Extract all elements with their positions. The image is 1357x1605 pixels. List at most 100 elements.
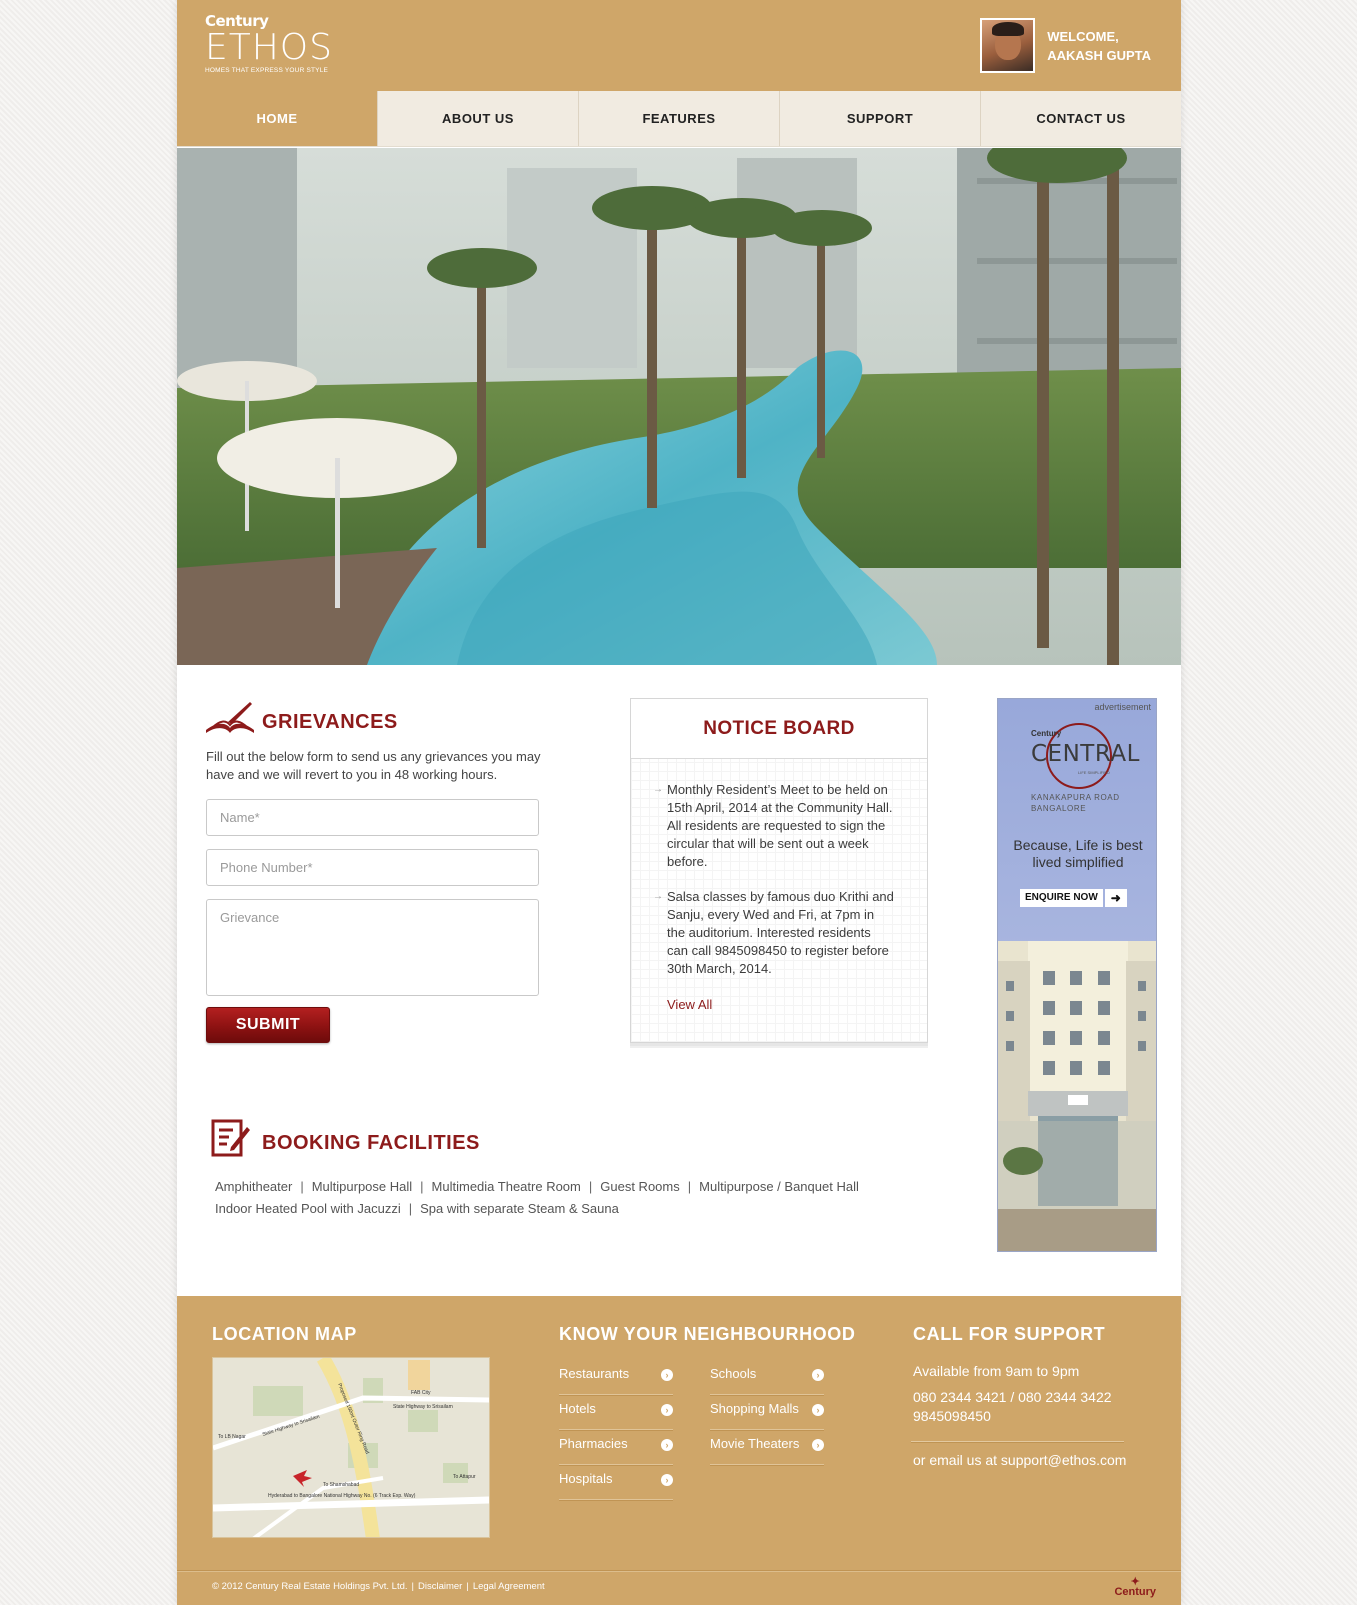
map-label-national-highway: Hyderabad to Bangalore National Highway … (268, 1493, 416, 1499)
grievance-textarea[interactable] (206, 899, 539, 996)
support-email-link[interactable]: or email us at support@ethos.com (913, 1451, 1126, 1470)
booking-title: BOOKING FACILITIES (262, 1132, 480, 1154)
footer-divider (177, 1570, 1181, 1571)
main-nav: HOME ABOUT US FEATURES SUPPORT CONTACT U… (177, 91, 1181, 147)
arrow-right-icon: → (653, 891, 663, 902)
hood-item-hospitals[interactable]: Hospitals › (559, 1465, 673, 1500)
map-label-shamshabad: To Shamshabad (323, 1482, 359, 1488)
separator: | (687, 1179, 692, 1194)
booking-link-indoor-pool[interactable]: Indoor Heated Pool with Jacuzzi (215, 1201, 401, 1216)
copyright-line: © 2012 Century Real Estate Holdings Pvt.… (212, 1581, 545, 1592)
footer-century-logo[interactable]: ✦ Century (1114, 1577, 1156, 1598)
arrow-right-icon: ➜ (1104, 889, 1127, 907)
welcome-line1: WELCOME, (1047, 28, 1119, 44)
logo-tagline: HOMES THAT EXPRESS YOUR STYLE (205, 67, 329, 74)
ad-label: advertisement (1094, 702, 1151, 712)
arrow-circle-icon: › (812, 1369, 824, 1381)
location-map[interactable]: State Highway to Srisailam State Highway… (212, 1357, 490, 1538)
location-map-image: State Highway to Srisailam State Highway… (213, 1358, 489, 1537)
hero-image (177, 148, 1181, 665)
disclaimer-link[interactable]: Disclaimer (418, 1581, 462, 1592)
map-label-fab-city: FAB City (411, 1390, 431, 1396)
hood-item-label: Pharmacies (559, 1436, 628, 1451)
view-all-link[interactable]: View All (667, 997, 712, 1012)
notice-item-text: Salsa classes by famous duo Krithi and S… (667, 889, 894, 976)
booking-link-multipurpose-hall[interactable]: Multipurpose Hall (312, 1179, 412, 1194)
neighbourhood-list-1: Restaurants › Hotels › Pharmacies › Hospita… (559, 1360, 673, 1500)
hood-item-pharmacies[interactable]: Pharmacies › (559, 1430, 673, 1465)
support-phones: 080 2344 3421 / 080 2344 3422 (913, 1389, 1112, 1405)
avatar[interactable] (980, 18, 1036, 73)
separator: | (411, 1581, 414, 1592)
arrow-circle-icon: › (661, 1439, 673, 1451)
map-label-highway: State Highway to Srisailam (393, 1404, 453, 1410)
nav-contact-us[interactable]: CONTACT US (981, 91, 1181, 146)
nav-features[interactable]: FEATURES (579, 91, 780, 146)
enquire-now-button[interactable]: ENQUIRE NOW ➜ (1020, 889, 1127, 907)
notice-item: → Salsa classes by famous duo Krithi and … (653, 888, 895, 978)
arrow-circle-icon: › (661, 1474, 673, 1486)
notice-board-title: NOTICE BOARD (703, 717, 855, 739)
separator: | (588, 1179, 593, 1194)
user-welcome: WELCOME, AAKASH GUPTA (980, 18, 1151, 73)
name-field[interactable] (206, 799, 539, 836)
booking-link-multimedia-theatre[interactable]: Multimedia Theatre Room (432, 1179, 581, 1194)
hood-item-label: Shopping Malls (710, 1401, 799, 1416)
phone-field[interactable] (206, 849, 539, 886)
advertisement-banner[interactable]: advertisement Century CENTRAL LIFE SIMPL… (997, 698, 1157, 1252)
hood-item-movie-theaters[interactable]: Movie Theaters › (710, 1430, 824, 1465)
nav-support[interactable]: SUPPORT (780, 91, 981, 146)
notice-item: → Monthly Resident’s Meet to be held on 1… (653, 781, 895, 871)
booking-link-spa[interactable]: Spa with separate Steam & Sauna (420, 1201, 619, 1216)
hood-item-shopping-malls[interactable]: Shopping Malls › (710, 1395, 824, 1430)
ad-location-line2: BANGALORE (1031, 804, 1087, 813)
welcome-text: WELCOME, AAKASH GUPTA (1047, 27, 1151, 65)
booking-link-amphitheater[interactable]: Amphitheater (215, 1179, 292, 1194)
ad-location-line1: KANAKAPURA ROAD (1031, 793, 1120, 802)
nav-home[interactable]: HOME (177, 91, 378, 146)
page: Century ETHOS HOMES THAT EXPRESS YOUR ST… (177, 0, 1181, 1605)
enquire-now-label: ENQUIRE NOW (1020, 889, 1103, 907)
separator: | (300, 1179, 304, 1194)
separator: | (408, 1201, 413, 1216)
notice-board-header: NOTICE BOARD (631, 699, 927, 759)
booking-row-2: Indoor Heated Pool with Jacuzzi | Spa with… (215, 1201, 619, 1216)
support-title: CALL FOR SUPPORT (913, 1324, 1106, 1344)
arrow-circle-icon: › (661, 1369, 673, 1381)
notice-board: NOTICE BOARD → Monthly Resident’s Meet to… (630, 698, 928, 1043)
separator: | (420, 1179, 424, 1194)
site-footer: LOCATION MAP State Highway to Srisailam … (177, 1296, 1181, 1605)
book-quill-icon (206, 702, 254, 733)
ad-name: CENTRAL (1031, 741, 1140, 767)
ad-building-image (998, 941, 1156, 1251)
submit-button[interactable]: SUBMIT (206, 1007, 330, 1043)
grievances-description: Fill out the below form to send us any g… (206, 749, 541, 782)
grievances-title: GRIEVANCES (262, 711, 398, 733)
booking-form-icon (211, 1119, 250, 1157)
support-hours: Available from 9am to 9pm (913, 1363, 1080, 1379)
booking-link-guest-rooms[interactable]: Guest Rooms (600, 1179, 679, 1194)
notice-list: → Monthly Resident’s Meet to be held on 1… (631, 759, 927, 978)
hood-item-label: Schools (710, 1366, 757, 1381)
booking-link-banquet-hall[interactable]: Multipurpose / Banquet Hall (699, 1179, 859, 1194)
logo-brand-main: ETHOS (205, 27, 333, 68)
neighbourhood-list-2: Schools › Shopping Malls › Movie Theaters › (710, 1360, 824, 1465)
ad-tagline: Because, Life is best lived simplified (1013, 837, 1143, 870)
map-label-attapur: To Attapur (453, 1474, 476, 1480)
arrow-circle-icon: › (812, 1439, 824, 1451)
ad-location: KANAKAPURA ROAD BANGALORE (1031, 792, 1120, 814)
hood-item-hotels[interactable]: Hotels › (559, 1395, 673, 1430)
copyright-text: © 2012 Century Real Estate Holdings Pvt.… (212, 1581, 408, 1592)
support-divider (911, 1441, 1124, 1442)
site-logo[interactable]: Century ETHOS HOMES THAT EXPRESS YOUR ST… (205, 12, 333, 74)
legal-agreement-link[interactable]: Legal Agreement (473, 1581, 545, 1592)
hood-item-label: Movie Theaters (710, 1436, 800, 1451)
separator: | (466, 1581, 469, 1592)
hood-item-label: Hotels (559, 1401, 596, 1416)
hood-item-restaurants[interactable]: Restaurants › (559, 1360, 673, 1395)
arrow-circle-icon: › (812, 1404, 824, 1416)
hero-pool-illustration (177, 148, 1181, 665)
nav-about-us[interactable]: ABOUT US (378, 91, 579, 146)
hood-item-schools[interactable]: Schools › (710, 1360, 824, 1395)
hood-item-label: Restaurants (559, 1366, 630, 1381)
